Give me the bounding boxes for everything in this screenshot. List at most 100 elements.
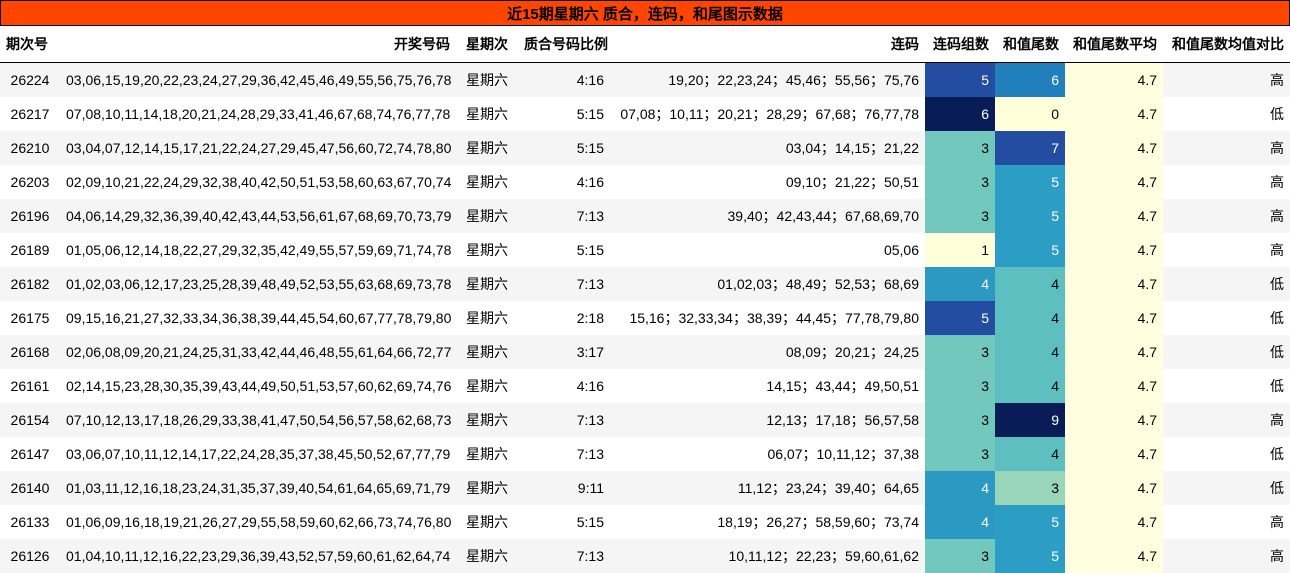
table-row[interactable]: 26147 03,06,07,10,11,12,14,17,22,24,28,35… bbox=[0, 437, 1290, 471]
cell-avg: 4.7 bbox=[1065, 335, 1163, 369]
cell-groups: 5 bbox=[925, 301, 995, 335]
cell-avg: 4.7 bbox=[1065, 233, 1163, 267]
cell-tail: 5 bbox=[995, 539, 1065, 573]
cell-tail: 4 bbox=[995, 369, 1065, 403]
cell-tail: 5 bbox=[995, 199, 1065, 233]
cell-consecutive: 03,04；14,15；21,22 bbox=[785, 140, 919, 156]
table-body: 26224 03,06,15,19,20,22,23,24,27,29,36,42… bbox=[0, 62, 1290, 573]
cell-issue: 26182 bbox=[10, 276, 50, 292]
cell-compare: 低 bbox=[1270, 106, 1284, 122]
cell-ratio: 4:16 bbox=[576, 72, 604, 88]
cell-avg: 4.7 bbox=[1065, 437, 1163, 471]
cell-tail: 4 bbox=[995, 267, 1065, 301]
cell-ratio: 5:15 bbox=[576, 242, 604, 258]
cell-weekday: 星期六 bbox=[466, 446, 508, 462]
cell-avg: 4.7 bbox=[1065, 403, 1163, 437]
table-row[interactable]: 26203 02,09,10,21,22,24,29,32,38,40,42,50… bbox=[0, 165, 1290, 199]
cell-avg: 4.7 bbox=[1065, 539, 1163, 573]
header-numbers[interactable]: 开奖号码 bbox=[60, 26, 456, 63]
cell-issue: 26154 bbox=[10, 412, 50, 428]
cell-ratio: 7:13 bbox=[576, 548, 604, 564]
cell-numbers: 03,06,07,10,11,12,14,17,22,24,28,35,37,3… bbox=[66, 446, 451, 462]
cell-avg: 4.7 bbox=[1065, 505, 1163, 539]
table-row[interactable]: 26217 07,08,10,11,14,18,20,21,24,28,29,33… bbox=[0, 97, 1290, 131]
table-row[interactable]: 26210 03,04,07,12,14,15,17,21,22,24,27,29… bbox=[0, 131, 1290, 165]
cell-avg: 4.7 bbox=[1065, 267, 1163, 301]
cell-consecutive: 05,06 bbox=[883, 242, 919, 258]
cell-ratio: 7:13 bbox=[576, 446, 604, 462]
cell-compare: 高 bbox=[1270, 174, 1284, 190]
header-groups[interactable]: 连码组数 bbox=[925, 26, 995, 63]
cell-tail: 3 bbox=[995, 471, 1065, 505]
cell-groups: 3 bbox=[925, 165, 995, 199]
cell-compare: 高 bbox=[1270, 140, 1284, 156]
cell-avg: 4.7 bbox=[1065, 165, 1163, 199]
cell-compare: 高 bbox=[1270, 72, 1284, 88]
cell-compare: 低 bbox=[1270, 446, 1284, 462]
cell-weekday: 星期六 bbox=[466, 548, 508, 564]
cell-avg: 4.7 bbox=[1065, 471, 1163, 505]
cell-ratio: 7:13 bbox=[576, 208, 604, 224]
cell-groups: 4 bbox=[925, 267, 995, 301]
cell-weekday: 星期六 bbox=[466, 276, 508, 292]
cell-consecutive: 11,12；23,24；39,40；64,65 bbox=[737, 480, 919, 496]
table-row[interactable]: 26154 07,10,12,13,17,18,26,29,33,38,41,47… bbox=[0, 403, 1290, 437]
cell-compare: 高 bbox=[1270, 548, 1284, 564]
cell-issue: 26217 bbox=[10, 106, 50, 122]
cell-issue: 26203 bbox=[10, 174, 50, 190]
cell-consecutive: 12,13；17,18；56,57,58 bbox=[766, 412, 919, 428]
table-row[interactable]: 26224 03,06,15,19,20,22,23,24,27,29,36,42… bbox=[0, 62, 1290, 97]
table-row[interactable]: 26161 02,14,15,23,28,30,35,39,43,44,49,50… bbox=[0, 369, 1290, 403]
header-tail[interactable]: 和值尾数 bbox=[995, 26, 1065, 63]
cell-avg: 4.7 bbox=[1065, 369, 1163, 403]
cell-weekday: 星期六 bbox=[466, 208, 508, 224]
cell-numbers: 09,15,16,21,27,32,33,34,36,38,39,44,45,5… bbox=[66, 310, 452, 326]
cell-numbers: 01,03,11,12,16,18,23,24,31,35,37,39,40,5… bbox=[66, 480, 451, 496]
cell-groups: 4 bbox=[925, 505, 995, 539]
cell-groups: 3 bbox=[925, 199, 995, 233]
table-row[interactable]: 26175 09,15,16,21,27,32,33,34,36,38,39,44… bbox=[0, 301, 1290, 335]
cell-tail: 4 bbox=[995, 437, 1065, 471]
table-row[interactable]: 26182 01,02,03,06,12,17,23,25,28,39,48,49… bbox=[0, 267, 1290, 301]
cell-weekday: 星期六 bbox=[466, 106, 508, 122]
table-row[interactable]: 26189 01,05,06,12,14,18,22,27,29,32,35,42… bbox=[0, 233, 1290, 267]
header-weekday[interactable]: 星期次 bbox=[456, 26, 518, 63]
cell-issue: 26189 bbox=[10, 242, 50, 258]
cell-compare: 低 bbox=[1270, 276, 1284, 292]
cell-issue: 26147 bbox=[10, 446, 50, 462]
header-issue[interactable]: 期次号 bbox=[0, 26, 60, 63]
cell-ratio: 3:17 bbox=[576, 344, 604, 360]
cell-issue: 26140 bbox=[10, 480, 50, 496]
header-ratio[interactable]: 质合号码比例 bbox=[518, 26, 610, 63]
table-row[interactable]: 26133 01,06,09,16,18,19,21,26,27,29,55,58… bbox=[0, 505, 1290, 539]
cell-issue: 26133 bbox=[10, 514, 50, 530]
table-row[interactable]: 26196 04,06,14,29,32,36,39,40,42,43,44,53… bbox=[0, 199, 1290, 233]
cell-weekday: 星期六 bbox=[466, 140, 508, 156]
cell-consecutive: 39,40；42,43,44；67,68,69,70 bbox=[727, 208, 920, 224]
cell-consecutive: 18,19；26,27；58,59,60；73,74 bbox=[717, 514, 919, 530]
cell-weekday: 星期六 bbox=[466, 344, 508, 360]
header-row: 期次号 开奖号码 星期次 质合号码比例 连码 连码组数 和值尾数 和值尾数平均 … bbox=[0, 26, 1290, 63]
header-consecutive[interactable]: 连码 bbox=[610, 26, 925, 63]
cell-numbers: 01,06,09,16,18,19,21,26,27,29,55,58,59,6… bbox=[66, 514, 452, 530]
header-compare[interactable]: 和值尾数均值对比 bbox=[1163, 26, 1290, 63]
table-row[interactable]: 26140 01,03,11,12,16,18,23,24,31,35,37,39… bbox=[0, 471, 1290, 505]
cell-consecutive: 08,09；20,21；24,25 bbox=[785, 344, 919, 360]
cell-numbers: 02,14,15,23,28,30,35,39,43,44,49,50,51,5… bbox=[66, 378, 452, 394]
cell-groups: 3 bbox=[925, 539, 995, 573]
cell-tail: 4 bbox=[995, 335, 1065, 369]
cell-compare: 高 bbox=[1270, 514, 1284, 530]
data-table: 期次号 开奖号码 星期次 质合号码比例 连码 连码组数 和值尾数 和值尾数平均 … bbox=[0, 26, 1290, 573]
header-avg[interactable]: 和值尾数平均 bbox=[1065, 26, 1163, 63]
cell-compare: 低 bbox=[1270, 480, 1284, 496]
table-row[interactable]: 26168 02,06,08,09,20,21,24,25,31,33,42,44… bbox=[0, 335, 1290, 369]
cell-groups: 3 bbox=[925, 335, 995, 369]
cell-ratio: 5:15 bbox=[576, 106, 604, 122]
cell-compare: 高 bbox=[1270, 412, 1284, 428]
cell-tail: 5 bbox=[995, 165, 1065, 199]
cell-numbers: 07,10,12,13,17,18,26,29,33,38,41,47,50,5… bbox=[66, 412, 452, 428]
table-row[interactable]: 26126 01,04,10,11,12,16,22,23,29,36,39,43… bbox=[0, 539, 1290, 573]
cell-numbers: 01,05,06,12,14,18,22,27,29,32,35,42,49,5… bbox=[66, 242, 452, 258]
cell-issue: 26196 bbox=[10, 208, 50, 224]
cell-compare: 低 bbox=[1270, 344, 1284, 360]
